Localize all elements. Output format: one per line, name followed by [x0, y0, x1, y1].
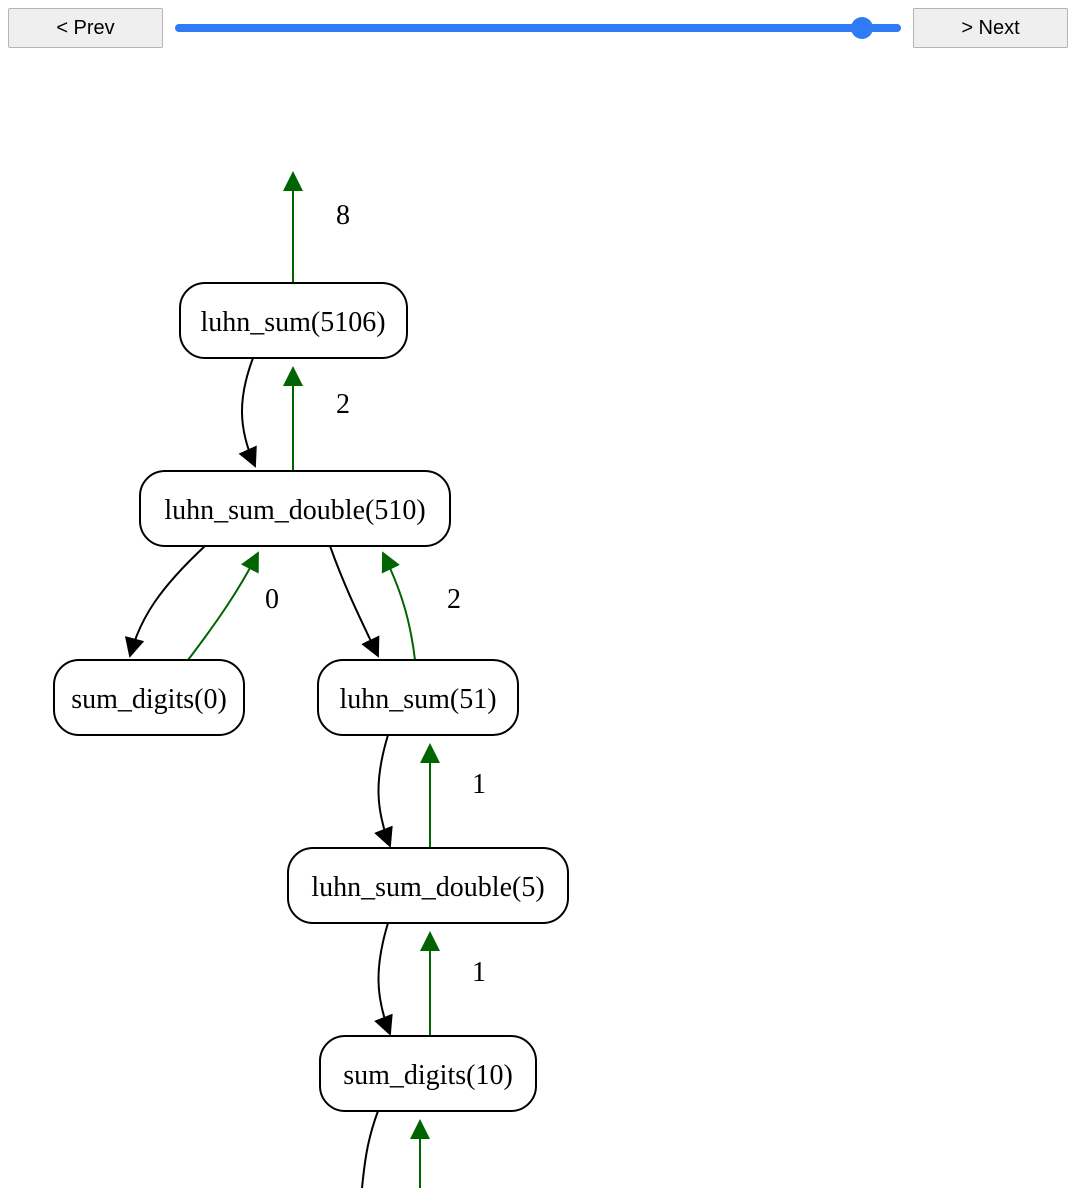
edge-label-top: 8	[336, 200, 350, 231]
edge-call-n5-n6	[378, 923, 390, 1034]
edge-label-n5-n4: 1	[472, 769, 486, 800]
node-label-3: sum_digits(0)	[71, 684, 227, 715]
edge-label-n6-n5: 1	[472, 957, 486, 988]
next-button[interactable]: > Next	[913, 8, 1068, 48]
step-slider[interactable]	[175, 24, 901, 32]
node-label-5: luhn_sum_double(5)	[311, 872, 544, 903]
edge-return-n3-n2: 0	[188, 553, 279, 660]
edge-return-n5-n4: 1	[430, 745, 486, 848]
edge-call-n4-n5	[378, 735, 390, 846]
node-luhn-sum-double-5: luhn_sum_double(5)	[288, 848, 568, 923]
edge-call-n6-down	[362, 1111, 378, 1188]
node-label-6: sum_digits(10)	[343, 1060, 513, 1091]
node-sum-digits-0: sum_digits(0)	[54, 660, 244, 735]
node-luhn-sum-5106: luhn_sum(5106)	[180, 283, 407, 358]
node-luhn-sum-double-510: luhn_sum_double(510)	[140, 471, 450, 546]
prev-label: < Prev	[56, 17, 114, 40]
edge-call-n1-n2	[242, 358, 255, 466]
node-label-1: luhn_sum(5106)	[200, 307, 385, 338]
toolbar: < Prev > Next	[0, 0, 1076, 48]
node-luhn-sum-51: luhn_sum(51)	[318, 660, 518, 735]
node-label-2: luhn_sum_double(510)	[164, 495, 425, 526]
edge-label-n3-n2: 0	[265, 584, 279, 615]
edge-label-n2-n1: 2	[336, 389, 350, 420]
edge-call-n2-n3	[130, 546, 205, 656]
edge-return-n4-n2: 2	[383, 553, 461, 660]
prev-button[interactable]: < Prev	[8, 8, 163, 48]
edge-return-top: 8	[293, 173, 350, 283]
edge-call-n2-n4	[330, 546, 378, 656]
edge-return-n6-n5: 1	[430, 933, 486, 1036]
edge-return-n2-n1: 2	[293, 368, 350, 471]
call-tree-diagram: 8 luhn_sum(5106) 2 luhn_sum_double(510) …	[0, 48, 1076, 1203]
node-label-4: luhn_sum(51)	[339, 684, 496, 715]
next-label: > Next	[961, 17, 1019, 40]
node-sum-digits-10: sum_digits(10)	[320, 1036, 536, 1111]
edge-label-n4-n2: 2	[447, 584, 461, 615]
